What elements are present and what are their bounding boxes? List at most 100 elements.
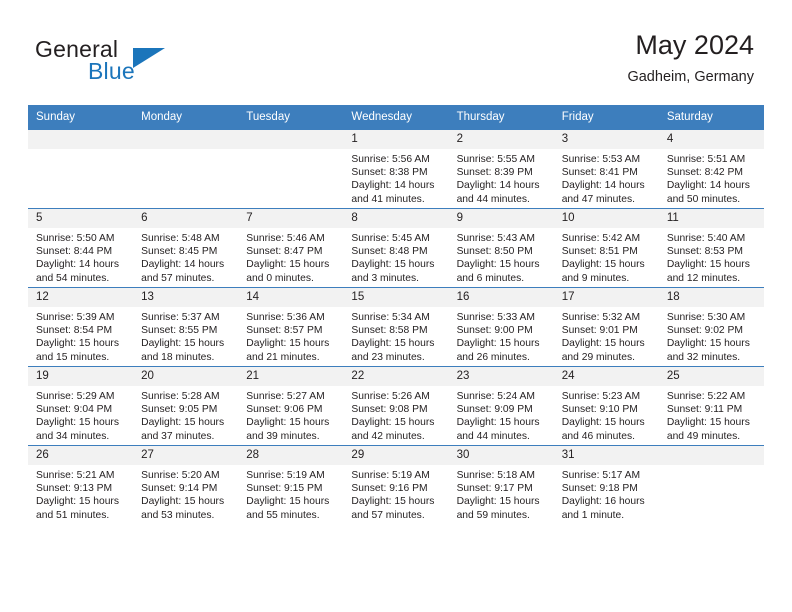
sunset-time: Sunset: 9:16 PM bbox=[351, 483, 428, 495]
day-number: 19 bbox=[28, 367, 134, 386]
daylight-line-2: and 53 minutes. bbox=[141, 509, 215, 521]
day-details: Sunrise: 5:43 AM Sunset: 8:50 PM Dayligh… bbox=[449, 228, 554, 285]
daylight-line-1: Daylight: 15 hours bbox=[351, 417, 435, 429]
day-number: 15 bbox=[343, 288, 449, 307]
sunset-time: Sunset: 9:00 PM bbox=[456, 325, 533, 337]
daylight-line-2: and 54 minutes. bbox=[36, 272, 110, 284]
daylight-line-1: Daylight: 15 hours bbox=[666, 259, 750, 271]
daylight-line-1: Daylight: 15 hours bbox=[36, 496, 119, 508]
day-cell[interactable]: 2 Sunrise: 5:55 AM Sunset: 8:39 PM Dayli… bbox=[448, 129, 554, 209]
page-subtitle: Gadheim, Germany bbox=[627, 69, 754, 85]
daylight-line-2: and 44 minutes. bbox=[456, 193, 530, 205]
day-number bbox=[238, 130, 344, 149]
day-cell[interactable]: 15 Sunrise: 5:34 AM Sunset: 8:58 PM Dayl… bbox=[343, 287, 449, 367]
day-cell[interactable]: 8 Sunrise: 5:45 AM Sunset: 8:48 PM Dayli… bbox=[343, 208, 449, 288]
day-cell[interactable]: 16 Sunrise: 5:33 AM Sunset: 9:00 PM Dayl… bbox=[448, 287, 554, 367]
day-details: Sunrise: 5:48 AM Sunset: 8:45 PM Dayligh… bbox=[133, 228, 238, 285]
day-cell[interactable]: 17 Sunrise: 5:32 AM Sunset: 9:01 PM Dayl… bbox=[553, 287, 659, 367]
general-blue-logo: General Blue bbox=[35, 36, 225, 86]
daylight-line-1: Daylight: 15 hours bbox=[666, 338, 750, 350]
day-number bbox=[133, 130, 239, 149]
day-details: Sunrise: 5:39 AM Sunset: 8:54 PM Dayligh… bbox=[28, 307, 133, 364]
day-details: Sunrise: 5:46 AM Sunset: 8:47 PM Dayligh… bbox=[238, 228, 343, 285]
daylight-line-1: Daylight: 14 hours bbox=[141, 259, 225, 271]
day-details: Sunrise: 5:19 AM Sunset: 9:16 PM Dayligh… bbox=[343, 465, 448, 522]
day-cell[interactable]: 23 Sunrise: 5:24 AM Sunset: 9:09 PM Dayl… bbox=[448, 366, 554, 446]
sunset-time: Sunset: 8:47 PM bbox=[246, 246, 323, 258]
sunset-time: Sunset: 8:55 PM bbox=[141, 325, 218, 337]
day-number: 11 bbox=[658, 209, 764, 228]
day-number: 6 bbox=[133, 209, 239, 228]
day-number: 17 bbox=[553, 288, 659, 307]
sunrise-time: Sunrise: 5:30 AM bbox=[666, 312, 746, 323]
day-cell[interactable]: 28 Sunrise: 5:19 AM Sunset: 9:15 PM Dayl… bbox=[238, 445, 344, 524]
day-cell[interactable]: 10 Sunrise: 5:42 AM Sunset: 8:51 PM Dayl… bbox=[553, 208, 659, 288]
daylight-line-2: and 41 minutes. bbox=[351, 193, 425, 205]
page-header: General Blue May 2024 Gadheim, Germany bbox=[0, 0, 792, 103]
sunrise-time: Sunrise: 5:19 AM bbox=[246, 470, 325, 481]
weekday-header-tuesday: Tuesday bbox=[238, 105, 344, 130]
day-cell[interactable]: 6 Sunrise: 5:48 AM Sunset: 8:45 PM Dayli… bbox=[133, 208, 239, 288]
day-cell[interactable]: 24 Sunrise: 5:23 AM Sunset: 9:10 PM Dayl… bbox=[553, 366, 659, 446]
daylight-line-2: and 50 minutes. bbox=[666, 193, 741, 205]
day-cell[interactable]: 5 Sunrise: 5:50 AM Sunset: 8:44 PM Dayli… bbox=[28, 208, 134, 288]
sunset-time: Sunset: 8:53 PM bbox=[666, 246, 743, 258]
sunrise-time: Sunrise: 5:34 AM bbox=[351, 312, 430, 323]
sunrise-time: Sunrise: 5:21 AM bbox=[36, 470, 115, 481]
day-cell[interactable]: 31 Sunrise: 5:17 AM Sunset: 9:18 PM Dayl… bbox=[553, 445, 659, 524]
calendar-week-row: 12 Sunrise: 5:39 AM Sunset: 8:54 PM Dayl… bbox=[28, 287, 764, 367]
sunset-time: Sunset: 8:38 PM bbox=[351, 167, 428, 179]
day-number: 1 bbox=[343, 130, 449, 149]
day-cell[interactable]: 22 Sunrise: 5:26 AM Sunset: 9:08 PM Dayl… bbox=[343, 366, 449, 446]
sunset-time: Sunset: 8:58 PM bbox=[351, 325, 428, 337]
day-number: 10 bbox=[553, 209, 659, 228]
sunrise-time: Sunrise: 5:32 AM bbox=[561, 312, 641, 323]
day-cell[interactable]: 3 Sunrise: 5:53 AM Sunset: 8:41 PM Dayli… bbox=[553, 129, 659, 209]
day-cell[interactable]: 14 Sunrise: 5:36 AM Sunset: 8:57 PM Dayl… bbox=[238, 287, 344, 367]
daylight-line-1: Daylight: 15 hours bbox=[246, 496, 330, 508]
weekday-header-friday: Friday bbox=[553, 105, 659, 130]
daylight-line-2: and 3 minutes. bbox=[351, 272, 419, 284]
day-cell[interactable]: 30 Sunrise: 5:18 AM Sunset: 9:17 PM Dayl… bbox=[448, 445, 554, 524]
sunrise-time: Sunrise: 5:43 AM bbox=[456, 233, 535, 244]
calendar-week-row: 26 Sunrise: 5:21 AM Sunset: 9:13 PM Dayl… bbox=[28, 445, 764, 524]
day-cell[interactable]: 9 Sunrise: 5:43 AM Sunset: 8:50 PM Dayli… bbox=[448, 208, 554, 288]
day-cell[interactable] bbox=[238, 129, 344, 209]
sunset-time: Sunset: 8:39 PM bbox=[456, 167, 533, 179]
day-cell[interactable]: 18 Sunrise: 5:30 AM Sunset: 9:02 PM Dayl… bbox=[658, 287, 764, 367]
day-number: 13 bbox=[133, 288, 239, 307]
daylight-line-1: Daylight: 15 hours bbox=[36, 338, 119, 350]
day-cell[interactable]: 27 Sunrise: 5:20 AM Sunset: 9:14 PM Dayl… bbox=[133, 445, 239, 524]
day-details: Sunrise: 5:50 AM Sunset: 8:44 PM Dayligh… bbox=[28, 228, 133, 285]
sunset-time: Sunset: 8:42 PM bbox=[666, 167, 743, 179]
day-details: Sunrise: 5:34 AM Sunset: 8:58 PM Dayligh… bbox=[343, 307, 448, 364]
day-cell[interactable]: 13 Sunrise: 5:37 AM Sunset: 8:55 PM Dayl… bbox=[133, 287, 239, 367]
day-cell[interactable]: 20 Sunrise: 5:28 AM Sunset: 9:05 PM Dayl… bbox=[133, 366, 239, 446]
day-cell[interactable]: 1 Sunrise: 5:56 AM Sunset: 8:38 PM Dayli… bbox=[343, 129, 449, 209]
day-details: Sunrise: 5:55 AM Sunset: 8:39 PM Dayligh… bbox=[449, 149, 554, 206]
sunrise-time: Sunrise: 5:55 AM bbox=[456, 154, 535, 165]
day-details: Sunrise: 5:20 AM Sunset: 9:14 PM Dayligh… bbox=[133, 465, 238, 522]
day-cell[interactable]: 7 Sunrise: 5:46 AM Sunset: 8:47 PM Dayli… bbox=[238, 208, 344, 288]
day-cell[interactable]: 11 Sunrise: 5:40 AM Sunset: 8:53 PM Dayl… bbox=[658, 208, 764, 288]
daylight-line-2: and 12 minutes. bbox=[666, 272, 741, 284]
sunrise-time: Sunrise: 5:45 AM bbox=[351, 233, 430, 244]
daylight-line-2: and 34 minutes. bbox=[36, 430, 110, 442]
day-cell[interactable] bbox=[658, 445, 764, 524]
day-cell[interactable] bbox=[28, 129, 134, 209]
daylight-line-1: Daylight: 15 hours bbox=[561, 259, 645, 271]
day-cell[interactable]: 25 Sunrise: 5:22 AM Sunset: 9:11 PM Dayl… bbox=[658, 366, 764, 446]
day-cell[interactable]: 4 Sunrise: 5:51 AM Sunset: 8:42 PM Dayli… bbox=[658, 129, 764, 209]
day-number bbox=[28, 130, 134, 149]
weekday-header-thursday: Thursday bbox=[448, 105, 554, 130]
sunset-time: Sunset: 8:45 PM bbox=[141, 246, 218, 258]
day-cell[interactable] bbox=[133, 129, 239, 209]
day-cell[interactable]: 12 Sunrise: 5:39 AM Sunset: 8:54 PM Dayl… bbox=[28, 287, 134, 367]
day-cell[interactable]: 21 Sunrise: 5:27 AM Sunset: 9:06 PM Dayl… bbox=[238, 366, 344, 446]
day-number: 3 bbox=[553, 130, 659, 149]
daylight-line-2: and 29 minutes. bbox=[561, 351, 635, 363]
day-cell[interactable]: 26 Sunrise: 5:21 AM Sunset: 9:13 PM Dayl… bbox=[28, 445, 134, 524]
day-cell[interactable]: 19 Sunrise: 5:29 AM Sunset: 9:04 PM Dayl… bbox=[28, 366, 134, 446]
day-cell[interactable]: 29 Sunrise: 5:19 AM Sunset: 9:16 PM Dayl… bbox=[343, 445, 449, 524]
sunset-time: Sunset: 8:44 PM bbox=[36, 246, 113, 258]
